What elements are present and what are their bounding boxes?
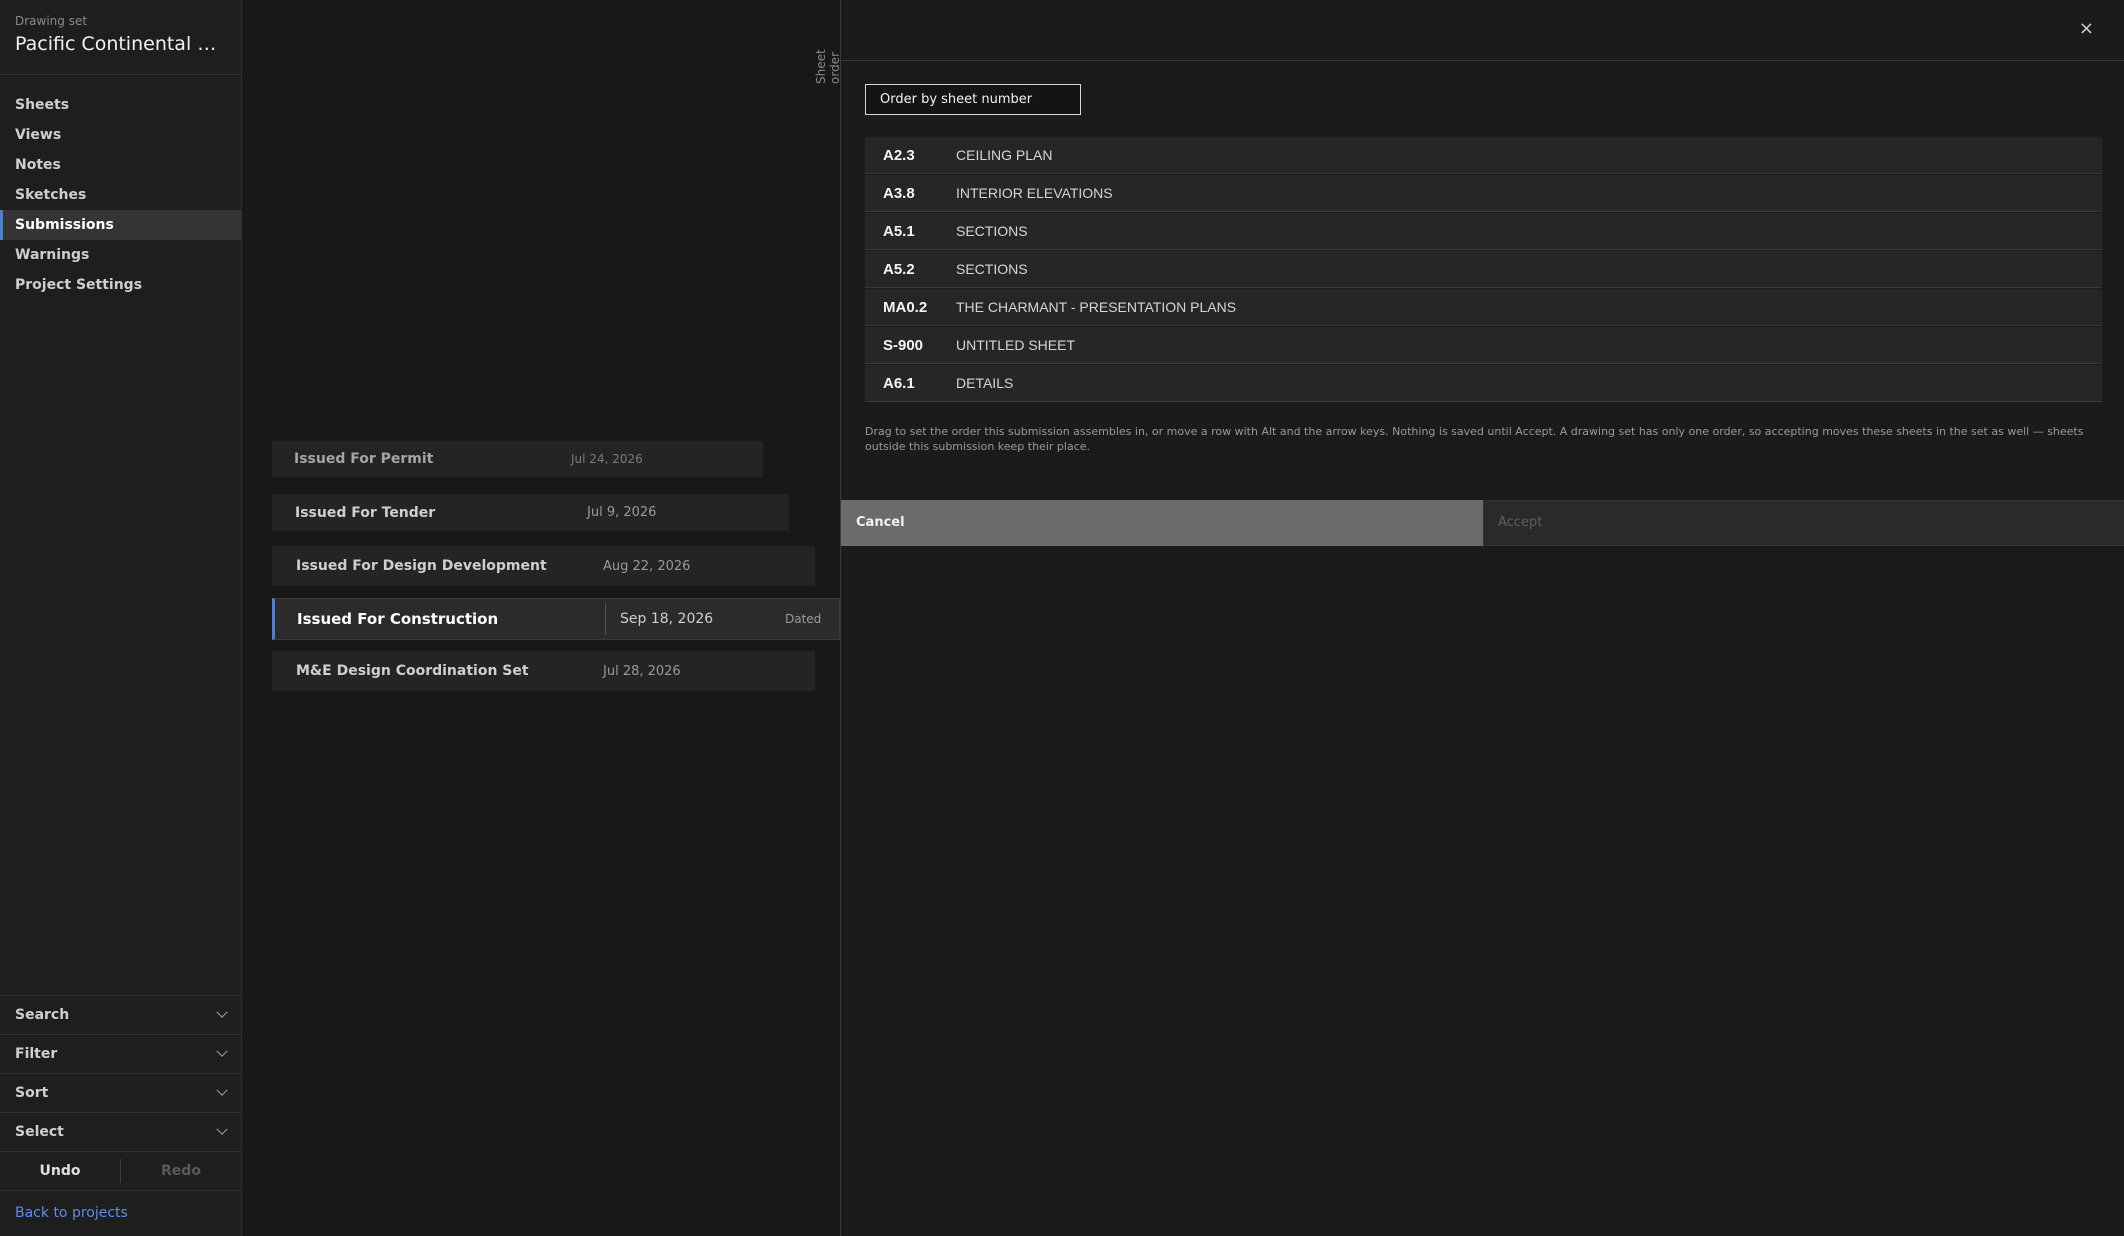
sheet-number: S-900 (883, 336, 924, 354)
sort-accordion[interactable]: Sort (0, 1073, 241, 1112)
sheet-number: MA0.2 (883, 298, 928, 316)
submission-date: Aug 22, 2026 (603, 558, 691, 574)
sheet-title: DETAILS (956, 375, 1014, 391)
submission-row[interactable]: Issued For Tender Jul 9, 2026 (272, 494, 789, 531)
sheet-order-help-text: Drag to set the order this submission as… (865, 425, 2084, 453)
sidebar-item-notes[interactable]: Notes (0, 150, 241, 180)
sidebar-nav: Sheets Views Notes Sketches Submissions … (0, 90, 241, 300)
submission-row[interactable]: Issued For Design Development Aug 22, 20… (272, 546, 815, 586)
submission-row-selected[interactable]: Issued For Construction Sep 18, 2026 Dat… (272, 598, 840, 640)
sidebar-item-submissions[interactable]: Submissions (0, 210, 241, 240)
sheet-title: SECTIONS (956, 261, 1028, 277)
sheet-row[interactable]: A6.1 DETAILS (865, 365, 2102, 402)
drawing-set-header: Drawing set Pacific Continental Res... (0, 0, 241, 75)
sidebar: Drawing set Pacific Continental Res... S… (0, 0, 242, 1236)
accept-button[interactable]: Accept (1483, 500, 2124, 546)
submission-name: Issued For Tender (295, 504, 436, 521)
undo-button[interactable]: Undo (0, 1163, 120, 1179)
sheet-row[interactable]: S-900 UNTITLED SHEET (865, 327, 2102, 364)
sheet-title: CEILING PLAN (956, 147, 1053, 163)
sheet-order-panel: × Order by sheet number A2.3 CEILING PLA… (840, 0, 2124, 1236)
drawing-set-caption: Drawing set (15, 14, 88, 28)
sidebar-item-views[interactable]: Views (0, 120, 241, 150)
redo-button[interactable]: Redo (121, 1163, 241, 1179)
sheet-row[interactable]: MA0.2 THE CHARMANT - PRESENTATION PLANS (865, 289, 2102, 326)
submission-name: M&E Design Coordination Set (296, 663, 529, 679)
sheet-row[interactable]: A5.1 SECTIONS (865, 213, 2102, 250)
drawing-set-title: Pacific Continental Res... (15, 33, 226, 55)
sheet-row[interactable]: A2.3 CEILING PLAN (865, 137, 2102, 174)
chevron-down-icon (216, 1084, 228, 1096)
sheet-row[interactable]: A5.2 SECTIONS (865, 251, 2102, 288)
filter-accordion-label: Filter (15, 1046, 58, 1062)
status-badge: Dated (785, 612, 822, 626)
back-row: Back to projects (0, 1190, 241, 1235)
submission-name: Issued For Construction (297, 610, 499, 628)
sheet-number: A5.1 (883, 222, 915, 240)
app-root: Drawing set Pacific Continental Res... S… (0, 0, 2124, 1236)
submission-row[interactable]: Issued For Permit Jul 24, 2026 (272, 441, 763, 477)
sheet-order-list: A2.3 CEILING PLAN A3.8 INTERIOR ELEVATIO… (865, 137, 2102, 403)
submission-divider (605, 603, 606, 635)
search-accordion-label: Search (15, 1007, 70, 1023)
sidebar-tools: Search Filter Sort Select Undo Redo Back… (0, 995, 241, 1235)
cancel-button[interactable]: Cancel (841, 500, 1483, 546)
filter-accordion[interactable]: Filter (0, 1034, 241, 1073)
submission-row[interactable]: M&E Design Coordination Set Jul 28, 2026 (272, 651, 815, 691)
submission-date: Jul 9, 2026 (587, 505, 657, 520)
sheet-number: A6.1 (883, 374, 915, 392)
submission-date: Sep 18, 2026 (620, 611, 714, 627)
submission-date: Jul 28, 2026 (603, 663, 681, 679)
panel-header: × (841, 0, 2124, 61)
chevron-down-icon (216, 1006, 228, 1018)
sidebar-item-sheets[interactable]: Sheets (0, 90, 241, 120)
sheet-order-tab[interactable]: Sheet order (814, 14, 842, 84)
select-accordion[interactable]: Select (0, 1112, 241, 1151)
submission-name: Issued For Permit (294, 451, 434, 467)
submission-name: Issued For Design Development (296, 558, 547, 574)
chevron-down-icon (216, 1045, 228, 1057)
sort-accordion-label: Sort (15, 1085, 49, 1101)
sidebar-item-warnings[interactable]: Warnings (0, 240, 241, 270)
order-by-sheet-number-button[interactable]: Order by sheet number (865, 84, 1081, 115)
chevron-down-icon (216, 1123, 228, 1135)
panel-action-bar: Cancel Accept (841, 500, 2124, 546)
sidebar-item-sketches[interactable]: Sketches (0, 180, 241, 210)
sheet-title: UNTITLED SHEET (956, 337, 1076, 353)
sheet-number: A3.8 (883, 184, 915, 202)
sheet-number: A2.3 (883, 146, 915, 164)
sheet-title: THE CHARMANT - PRESENTATION PLANS (956, 299, 1237, 315)
undo-redo-bar: Undo Redo (0, 1151, 241, 1190)
submission-date: Jul 24, 2026 (571, 452, 643, 466)
search-accordion[interactable]: Search (0, 995, 241, 1034)
sheet-title: INTERIOR ELEVATIONS (956, 185, 1113, 201)
select-accordion-label: Select (15, 1124, 64, 1140)
sheet-row[interactable]: A3.8 INTERIOR ELEVATIONS (865, 175, 2102, 212)
sheet-title: SECTIONS (956, 223, 1028, 239)
sidebar-item-project-settings[interactable]: Project Settings (0, 270, 241, 300)
back-to-projects-link[interactable]: Back to projects (15, 1205, 128, 1221)
close-icon[interactable]: × (2079, 18, 2094, 39)
sheet-number: A5.2 (883, 260, 915, 278)
